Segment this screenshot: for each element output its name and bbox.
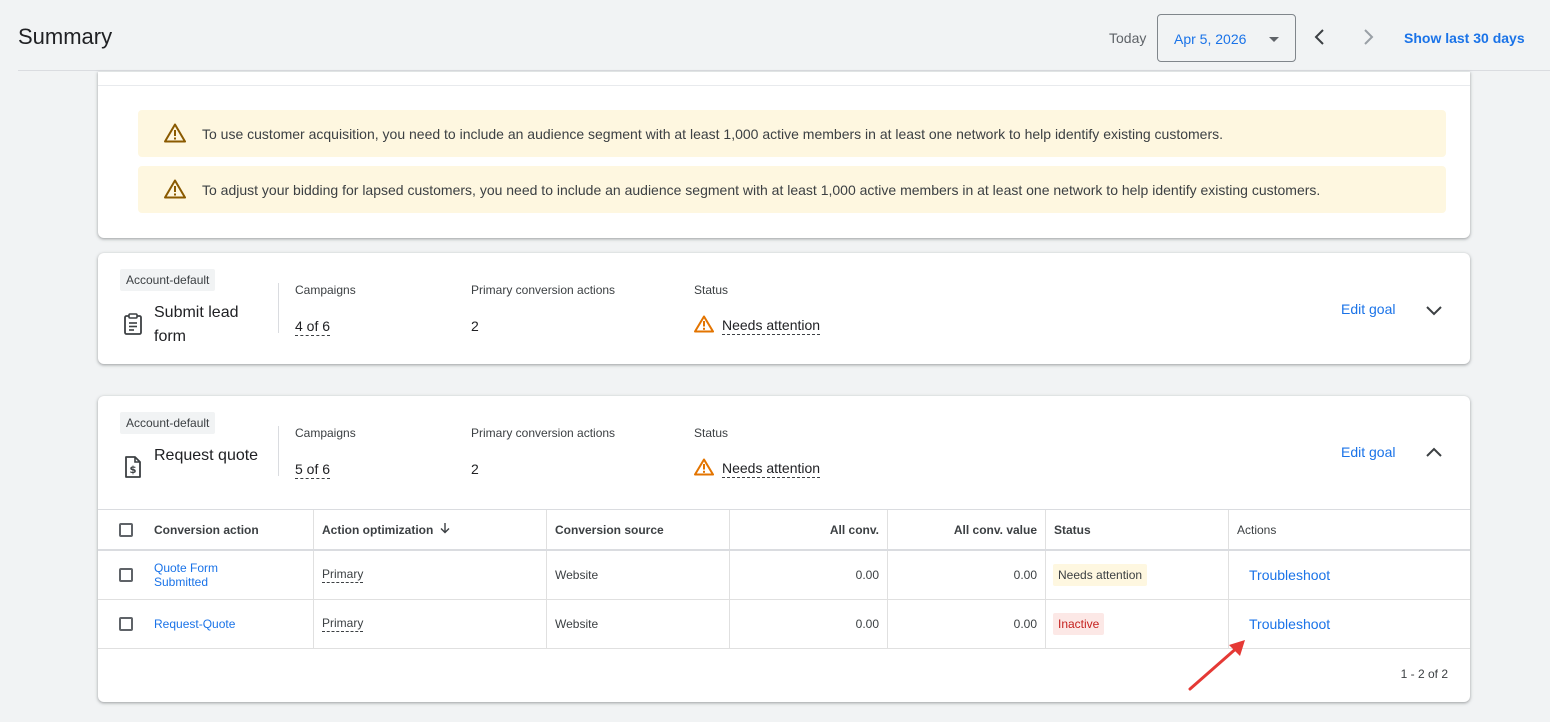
campaigns-value[interactable]: 5 of 6 [295,461,331,479]
all-conv-value-value: 0.00 [1013,568,1037,582]
status-label: Status [694,283,729,297]
document-dollar-icon: $ [123,456,143,483]
table-header-row: Conversion action Action optimization Co… [98,509,1470,551]
account-default-chip: Account-default [120,412,216,434]
chevron-right-icon[interactable] [1356,25,1380,49]
goal-name: Request quote [154,447,259,464]
row-checkbox[interactable] [119,568,133,582]
header-status[interactable]: Status [1054,523,1091,537]
conversion-action-link[interactable]: Quote Form Submitted [154,561,244,589]
header-divider [18,70,1550,71]
divider [278,283,279,333]
header-all-conv-value[interactable]: All conv. value [954,523,1037,537]
annotation-arrow-icon [1185,636,1251,699]
status-badge: Needs attention [1053,564,1148,586]
pagination-text: 1 - 2 of 2 [1400,667,1448,681]
conversion-action-link[interactable]: Request-Quote [154,617,235,631]
chevron-down-icon[interactable] [1422,298,1446,322]
chevron-left-icon[interactable] [1308,25,1332,49]
page-title: Summary [18,24,113,49]
date-value: Apr 5, 2026 [1174,31,1247,47]
campaigns-label: Campaigns [295,283,356,297]
card-divider [98,85,1470,86]
warning-text: To use customer acquisition, you need to… [202,126,1224,142]
header-conversion-source[interactable]: Conversion source [555,523,664,537]
divider [278,426,279,476]
warning-icon [164,179,186,204]
action-optimization-value[interactable]: Primary [322,567,364,583]
header-action-optimization[interactable]: Action optimization [322,523,433,537]
arrow-down-icon[interactable] [439,522,451,537]
status-text[interactable]: Needs attention [722,317,821,335]
all-conv-value: 0.00 [855,568,879,582]
goal-card-submit-lead-form: Account-default Submit lead form Campaig… [98,253,1470,364]
clipboard-icon [123,313,143,340]
status-label: Status [694,426,729,440]
status-value: Needs attention [694,315,821,336]
warning-banner: To adjust your bidding for lapsed custom… [138,166,1446,213]
chevron-up-icon[interactable] [1422,441,1446,465]
primary-actions-value: 2 [471,461,479,477]
today-label: Today [1109,30,1147,46]
select-all-checkbox[interactable] [119,522,133,537]
primary-actions-value: 2 [471,318,479,334]
warning-text: To adjust your bidding for lapsed custom… [202,182,1321,198]
conversion-source-value: Website [555,617,599,631]
edit-goal-button[interactable]: Edit goal [1341,444,1395,460]
account-default-chip: Account-default [120,269,216,291]
all-conv-value-value: 0.00 [1013,617,1037,631]
primary-actions-label: Primary conversion actions [471,426,616,440]
header-actions: Actions [1237,522,1277,537]
header-conversion-action[interactable]: Conversion action [154,523,259,537]
row-checkbox[interactable] [119,617,133,631]
warning-icon [694,315,714,336]
svg-text:$: $ [130,465,137,476]
edit-goal-button[interactable]: Edit goal [1341,301,1395,317]
show-last-30-days-link[interactable]: Show last 30 days [1404,30,1525,46]
primary-actions-label: Primary conversion actions [471,283,616,297]
all-conv-value: 0.00 [855,617,879,631]
warning-banner: To use customer acquisition, you need to… [138,110,1446,157]
status-badge: Inactive [1053,613,1105,635]
table-row: Request-Quote Primary Website 0.00 0.00 … [98,600,1470,649]
warnings-card: To use customer acquisition, you need to… [98,72,1470,238]
conversion-source-value: Website [555,568,599,582]
header-all-conv[interactable]: All conv. [830,523,879,537]
troubleshoot-link[interactable]: Troubleshoot [1249,616,1330,632]
goal-name: Submit lead form [154,304,239,345]
table-row: Quote Form Submitted Primary Website 0.0… [98,551,1470,600]
campaigns-label: Campaigns [295,426,356,440]
campaigns-value[interactable]: 4 of 6 [295,318,331,336]
dropdown-caret-icon [1269,37,1279,42]
status-value: Needs attention [694,458,821,479]
goal-card-request-quote: Account-default $ Request quote Campaign… [98,396,1470,702]
warning-icon [164,123,186,148]
warning-icon [694,458,714,479]
date-select[interactable]: Apr 5, 2026 [1157,14,1296,62]
action-optimization-value[interactable]: Primary [322,616,364,632]
troubleshoot-link[interactable]: Troubleshoot [1249,567,1330,583]
page-header: Summary Today Apr 5, 2026 Show last 30 d… [0,0,1550,72]
status-text[interactable]: Needs attention [722,460,821,478]
